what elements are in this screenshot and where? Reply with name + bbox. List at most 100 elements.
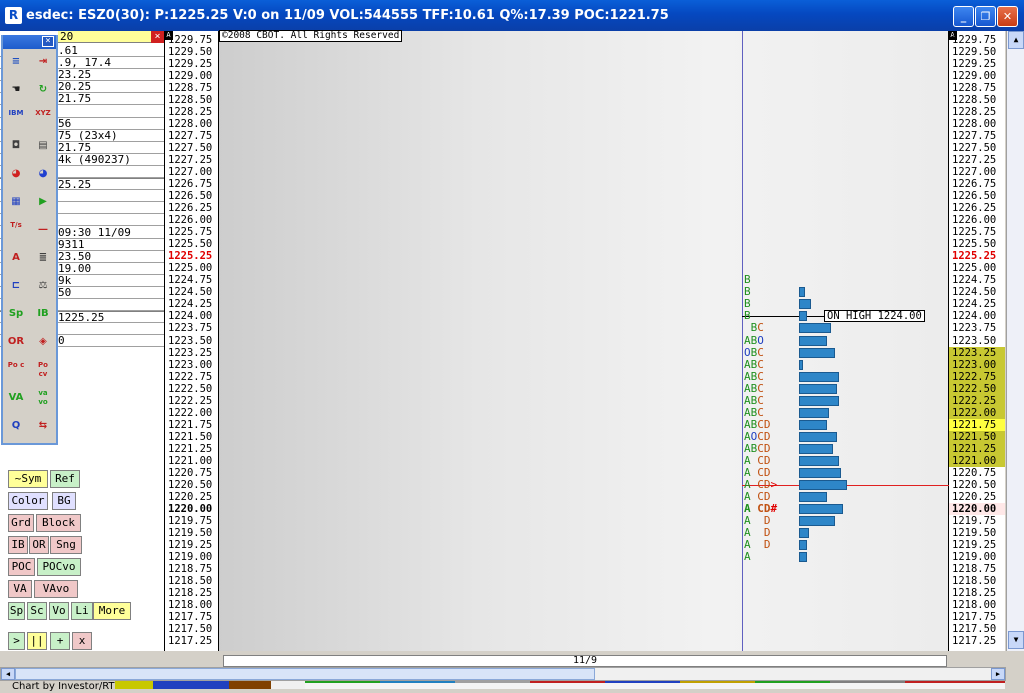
scroll-up-icon[interactable]: ▲ — [1008, 31, 1024, 49]
quote-value: 4k (490237) — [58, 153, 131, 166]
price-label: 1218.25 — [168, 586, 213, 599]
va-vo-icon[interactable]: va vo — [33, 389, 53, 407]
control-button[interactable]: + — [50, 632, 70, 650]
on-high-label: ON HIGH 1224.00 — [824, 310, 925, 322]
color-swatch-red[interactable] — [530, 681, 605, 689]
color-swatch-white[interactable] — [271, 681, 305, 689]
button-bg[interactable]: BG — [52, 492, 76, 510]
color-wheel-icon[interactable]: ◕ — [6, 165, 26, 183]
play-icon[interactable]: ▶ — [33, 193, 53, 211]
poc-icon[interactable]: Po c — [6, 361, 26, 379]
price-label: 1226.00 — [952, 214, 997, 227]
color-swatch-gold[interactable] — [680, 681, 755, 689]
quote-value: .61 — [58, 45, 78, 57]
scroll-right-icon[interactable]: ▶ — [991, 668, 1005, 680]
color-swatch-lime[interactable] — [755, 681, 830, 689]
or-icon[interactable]: OR — [6, 333, 26, 351]
tool-palette-close-button[interactable]: × — [42, 36, 54, 47]
price-label: 1222.75 — [168, 370, 213, 383]
xyz-icon[interactable]: XYZ — [33, 109, 53, 127]
button-poc[interactable]: POC — [8, 558, 35, 576]
grid-icon[interactable]: ▦ — [6, 193, 26, 211]
color-swatch-brown[interactable] — [229, 681, 271, 689]
button-pocvo[interactable]: POCvo — [37, 558, 81, 576]
bracket-icon[interactable]: ⊏ — [6, 277, 26, 295]
color-swatch-crimson[interactable] — [905, 681, 1005, 689]
camera-icon[interactable]: ◘ — [6, 137, 26, 155]
tool-palette-header[interactable]: × — [3, 35, 56, 49]
quote-value: 23.25 — [58, 69, 92, 82]
price-label: 1224.75 — [952, 274, 997, 287]
control-button[interactable]: || — [27, 632, 47, 650]
price-label: 1221.50 — [168, 430, 213, 443]
button-more[interactable]: More — [93, 602, 131, 620]
quote-value: 9k — [58, 274, 72, 287]
quote-value: 21.75 — [58, 93, 92, 106]
button-sp[interactable]: Sp — [8, 602, 25, 620]
font-color-icon[interactable]: A — [6, 249, 26, 267]
swap-icon[interactable]: ⇆ — [33, 417, 53, 435]
diamond-icon[interactable]: ◈ — [33, 333, 53, 351]
button-sc[interactable]: Sc — [27, 602, 47, 620]
volume-bar — [799, 479, 847, 490]
price-label: 1222.50 — [949, 382, 1005, 395]
button-block[interactable]: Block — [36, 514, 81, 532]
scroll-left-icon[interactable]: ◀ — [1, 668, 15, 680]
color-wheel-2-icon[interactable]: ◕ — [33, 165, 53, 183]
control-button[interactable]: > — [8, 632, 25, 650]
color-swatch-yellow[interactable] — [115, 681, 153, 689]
maximize-button[interactable]: ❐ — [975, 6, 996, 27]
ib-icon[interactable]: IB — [33, 305, 53, 323]
volume-bar — [799, 467, 841, 478]
price-label: 1219.25 — [168, 538, 213, 551]
color-swatch-navy[interactable] — [605, 681, 680, 689]
va-icon[interactable]: VA — [6, 389, 26, 407]
refresh-icon[interactable]: ↻ — [33, 81, 53, 99]
color-swatch-blue[interactable] — [153, 681, 229, 689]
price-label: 1219.00 — [952, 550, 997, 563]
color-swatch-teal[interactable] — [380, 681, 455, 689]
notepad-icon[interactable]: ▤ — [33, 137, 53, 155]
minimize-button[interactable]: _ — [953, 6, 974, 27]
button-sng[interactable]: Sng — [50, 536, 82, 554]
button-or[interactable]: OR — [29, 536, 49, 554]
axis-corner-icon[interactable]: A — [164, 31, 173, 40]
price-label: 1219.50 — [168, 526, 213, 539]
app-icon[interactable]: R — [5, 7, 22, 24]
button-grd[interactable]: Grd — [8, 514, 34, 532]
ibm-check-icon[interactable]: IBM — [6, 109, 26, 127]
price-label: 1228.50 — [952, 94, 997, 107]
close-button[interactable]: ✕ — [997, 6, 1018, 27]
button-vo[interactable]: Vo — [49, 602, 69, 620]
color-swatch-gray[interactable] — [455, 681, 530, 689]
align-icon[interactable]: ≣ — [33, 249, 53, 267]
grid-lines-icon[interactable]: ≡ — [6, 53, 26, 71]
field-close-icon[interactable]: × — [151, 31, 164, 43]
volume-bar — [799, 503, 843, 514]
poc-cv-icon[interactable]: Po cv — [33, 361, 53, 379]
hand-icon[interactable]: ☚ — [6, 81, 26, 99]
scroll-thumb[interactable] — [15, 668, 595, 680]
volume-bar — [799, 539, 807, 550]
button-va[interactable]: VA — [8, 580, 32, 598]
button-li[interactable]: Li — [71, 602, 93, 620]
scroll-down-icon[interactable]: ▼ — [1008, 631, 1024, 649]
button-sym[interactable]: ~Sym — [8, 470, 48, 488]
search-q-icon[interactable]: Q — [6, 417, 26, 435]
button-color[interactable]: Color — [8, 492, 48, 510]
horizontal-scrollbar[interactable]: ◀ ▶ — [0, 667, 1006, 681]
ts-icon[interactable]: T/s — [6, 221, 26, 239]
button-x[interactable]: x — [72, 632, 92, 650]
vertical-scrollbar[interactable]: ▲ ▼ — [1006, 31, 1024, 651]
color-swatch-silver[interactable] — [830, 681, 905, 689]
scales-icon[interactable]: ⚖ — [33, 277, 53, 295]
symbol-field[interactable]: 20 — [58, 31, 164, 43]
button-ib[interactable]: IB — [8, 536, 28, 554]
import-arrow-icon[interactable]: ⇥ — [33, 53, 53, 71]
dash-icon[interactable]: — — [33, 221, 53, 239]
sp-icon[interactable]: Sp — [6, 305, 26, 323]
color-swatch-green[interactable] — [305, 681, 380, 689]
chart-area[interactable]: ON HIGH 1224.00 — [165, 31, 949, 651]
button-vavo[interactable]: VAvo — [34, 580, 78, 598]
button-ref[interactable]: Ref — [50, 470, 80, 488]
